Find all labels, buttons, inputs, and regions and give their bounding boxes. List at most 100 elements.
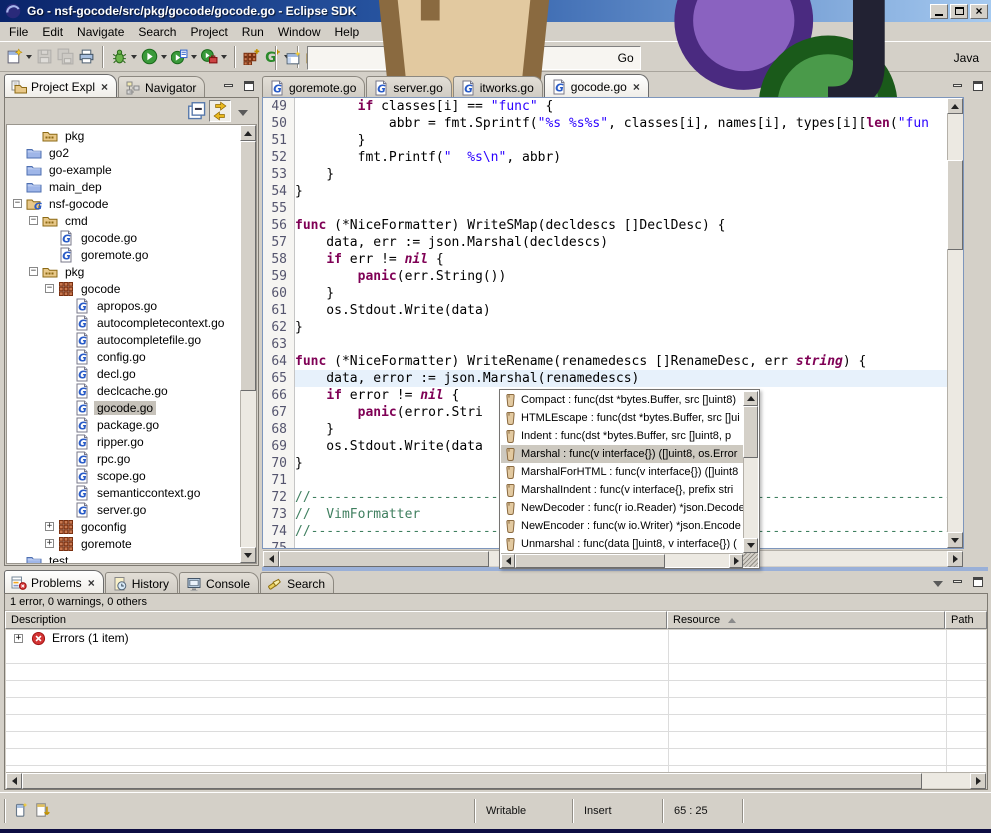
collapse-expander-icon[interactable]: −	[13, 199, 22, 208]
code-line-56[interactable]: 56func (*NiceFormatter) WriteSMap(declde…	[263, 217, 947, 234]
completion-item-marshalforhtml[interactable]: MarshalForHTML : func(v interface{}) ([]…	[501, 463, 743, 481]
tree-item-goconfig[interactable]: +goconfig	[7, 518, 239, 535]
collapse-expander-icon[interactable]: −	[29, 267, 38, 276]
scroll-thumb[interactable]	[947, 160, 963, 250]
tree-item-go2[interactable]: go2	[7, 144, 239, 161]
tree-item-cmd[interactable]: −cmd	[7, 212, 239, 229]
scroll-right-button[interactable]	[970, 773, 986, 789]
scroll-right-button[interactable]	[729, 554, 743, 568]
external-tools-button[interactable]	[199, 45, 229, 69]
view-menu-button[interactable]	[929, 574, 946, 589]
menu-run[interactable]: Run	[235, 23, 271, 41]
maximize-part-button[interactable]	[969, 78, 986, 93]
completion-item-newdecoder[interactable]: NewDecoder : func(r io.Reader) *json.Dec…	[501, 499, 743, 517]
completion-item-indent[interactable]: Indent : func(dst *bytes.Buffer, src []u…	[501, 427, 743, 445]
tab-history[interactable]: History	[105, 572, 178, 594]
code-line-65[interactable]: 65 data, error := json.Marshal(renamedes…	[263, 370, 947, 387]
code-line-62[interactable]: 62}	[263, 319, 947, 336]
code-line-50[interactable]: 50 abbr = fmt.Sprintf("%s %s%s", classes…	[263, 115, 947, 132]
scroll-thumb[interactable]	[279, 551, 489, 567]
code-line-49[interactable]: 49 if classes[i] == "func" {	[263, 98, 947, 115]
scroll-thumb[interactable]	[515, 554, 665, 568]
run-button[interactable]	[139, 45, 169, 69]
expand-expander-icon[interactable]: +	[14, 634, 23, 643]
scroll-down-button[interactable]	[240, 547, 256, 563]
tab-project-expl[interactable]: Project Expl×	[4, 74, 117, 98]
new-package-button[interactable]	[241, 45, 262, 69]
dropdown-arrow-icon[interactable]	[191, 55, 197, 59]
code-line-60[interactable]: 60 }	[263, 285, 947, 302]
column-header-resource[interactable]: Resource	[667, 611, 945, 629]
code-line-57[interactable]: 57 data, err := json.Marshal(decldescs)	[263, 234, 947, 251]
code-line-55[interactable]: 55	[263, 200, 947, 217]
code-line-51[interactable]: 51 }	[263, 132, 947, 149]
link-editor-button[interactable]	[209, 100, 231, 122]
collapse-all-button[interactable]	[186, 100, 208, 122]
tree-item-gocode-go[interactable]: Ggocode.go	[7, 229, 239, 246]
open-perspective-button[interactable]	[283, 46, 304, 70]
menu-project[interactable]: Project	[183, 23, 234, 41]
dropdown-arrow-icon[interactable]	[221, 55, 227, 59]
close-tab-icon[interactable]: ×	[633, 82, 640, 92]
tree-item-nsf-gocode[interactable]: −Gnsf-gocode	[7, 195, 239, 212]
tree-item-package-go[interactable]: Gpackage.go	[7, 416, 239, 433]
code-line-59[interactable]: 59 panic(err.String())	[263, 268, 947, 285]
debug-button[interactable]	[109, 45, 139, 69]
editor-tab-gocode-go[interactable]: Ggocode.go×	[544, 74, 649, 98]
scroll-down-button[interactable]	[947, 532, 963, 548]
editor-tab-server-go[interactable]: Gserver.go	[366, 76, 451, 98]
tree-item-pkg[interactable]: pkg	[7, 127, 239, 144]
close-button[interactable]: ×	[970, 4, 988, 19]
code-line-54[interactable]: 54}	[263, 183, 947, 200]
scroll-thumb[interactable]	[743, 406, 758, 458]
code-line-53[interactable]: 53 }	[263, 166, 947, 183]
code-line-52[interactable]: 52 fmt.Printf(" %s\n", abbr)	[263, 149, 947, 166]
completion-item-htmlescape[interactable]: HTMLEscape : func(dst *bytes.Buffer, src…	[501, 409, 743, 427]
tree-item-declcache-go[interactable]: Gdeclcache.go	[7, 382, 239, 399]
scroll-up-button[interactable]	[743, 391, 758, 406]
tree-item-decl-go[interactable]: Gdecl.go	[7, 365, 239, 382]
run-config-button[interactable]	[169, 45, 199, 69]
tree-item-autocompletefile-go[interactable]: Gautocompletefile.go	[7, 331, 239, 348]
tree-item-pkg[interactable]: −pkg	[7, 263, 239, 280]
completion-item-unmarshal[interactable]: Unmarshal : func(data []uint8, v interfa…	[501, 535, 743, 553]
collapse-expander-icon[interactable]: −	[45, 284, 54, 293]
close-tab-icon[interactable]: ×	[88, 578, 95, 588]
column-header-description[interactable]: Description	[5, 611, 667, 629]
scroll-down-button[interactable]	[743, 538, 758, 553]
column-header-path[interactable]: Path	[945, 611, 987, 629]
dropdown-arrow-icon[interactable]	[131, 55, 137, 59]
scroll-left-button[interactable]	[263, 551, 279, 567]
popup-resize-grip[interactable]	[743, 553, 758, 567]
expand-expander-icon[interactable]: +	[45, 539, 54, 548]
code-line-58[interactable]: 58 if err != nil {	[263, 251, 947, 268]
print-button[interactable]	[76, 45, 97, 69]
tree-item-semanticcontext-go[interactable]: Gsemanticcontext.go	[7, 484, 239, 501]
maximize-part-button[interactable]	[969, 574, 986, 589]
minimize-part-button[interactable]	[949, 78, 966, 93]
tab-console[interactable]: Console	[179, 572, 259, 594]
scroll-up-button[interactable]	[240, 125, 256, 141]
code-line-64[interactable]: 64func (*NiceFormatter) WriteRename(rena…	[263, 353, 947, 370]
tree-item-goremote[interactable]: +goremote	[7, 535, 239, 552]
tree-item-server-go[interactable]: Gserver.go	[7, 501, 239, 518]
tab-problems[interactable]: Problems×	[4, 570, 104, 594]
tree-item-autocompletecontext-go[interactable]: Gautocompletecontext.go	[7, 314, 239, 331]
tree-item-ripper-go[interactable]: Gripper.go	[7, 433, 239, 450]
expand-expander-icon[interactable]: +	[45, 522, 54, 531]
problems-row-errors[interactable]: +Errors (1 item)	[6, 630, 986, 647]
view-menu-button[interactable]	[232, 100, 254, 122]
tree-item-main-dep[interactable]: main_dep	[7, 178, 239, 195]
scroll-thumb[interactable]	[22, 773, 922, 789]
problems-hscrollbar[interactable]	[6, 772, 986, 788]
tree-item-scope-go[interactable]: Gscope.go	[7, 467, 239, 484]
code-line-61[interactable]: 61 os.Stdout.Write(data)	[263, 302, 947, 319]
perspective-java[interactable]: JJava	[644, 46, 985, 70]
new-wizard-button[interactable]	[4, 45, 34, 69]
maximize-button[interactable]	[950, 4, 968, 19]
scroll-left-button[interactable]	[6, 773, 22, 789]
tree-item-config-go[interactable]: Gconfig.go	[7, 348, 239, 365]
popup-vscrollbar[interactable]	[743, 391, 758, 553]
perspective-go[interactable]: Go	[307, 46, 641, 70]
scroll-right-button[interactable]	[947, 551, 963, 567]
